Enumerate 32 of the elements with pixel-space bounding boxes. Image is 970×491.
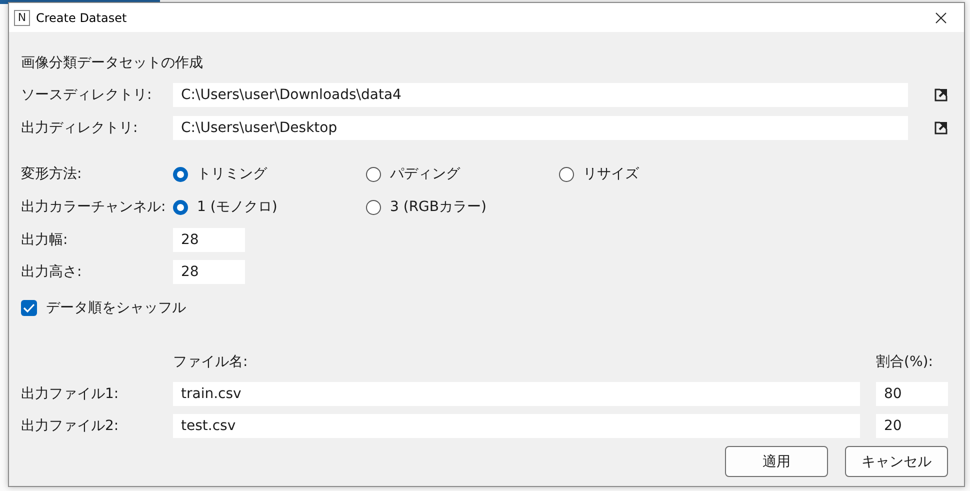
number-field[interactable]: 28 — [173, 228, 245, 252]
radio-option[interactable]: 3 (RGBカラー) — [366, 198, 559, 216]
window-title: Create Dataset — [36, 10, 128, 24]
shuffle-checkbox[interactable]: データ順をシャッフル — [21, 296, 948, 320]
radio-option[interactable]: トリミング — [173, 165, 366, 183]
ratio-field[interactable]: 20 — [876, 414, 948, 438]
column-header: 割合(%): — [876, 353, 934, 371]
field-label: 出力ファイル1: — [21, 385, 120, 403]
directory-field[interactable]: C:\Users\user\Desktop — [173, 116, 908, 140]
field-label: 出力幅: — [21, 231, 69, 249]
file-name-field[interactable]: train.csv — [173, 382, 860, 406]
file-name-field[interactable]: test.csv — [173, 414, 860, 438]
radio-option[interactable]: パディング — [366, 165, 559, 183]
directory-field[interactable]: C:\Users\user\Downloads\data4 — [173, 83, 908, 107]
external-link-icon — [934, 121, 948, 135]
field-label: 出力ディレクトリ: — [21, 119, 139, 137]
ratio-field[interactable]: 80 — [876, 382, 948, 406]
number-field[interactable]: 28 — [173, 260, 245, 284]
dialog-button[interactable]: 適用 — [725, 446, 828, 477]
dialog-button[interactable]: キャンセル — [845, 446, 948, 477]
dialog-heading: 画像分類データセットの作成 — [21, 54, 204, 72]
radio-option[interactable]: 1 (モノクロ) — [173, 198, 366, 216]
field-label: 出力ファイル2: — [21, 417, 120, 435]
app-icon: N — [14, 10, 30, 26]
field-label: 変形方法: — [21, 165, 83, 183]
external-link-icon — [934, 88, 948, 102]
column-header: ファイル名: — [173, 353, 248, 371]
radio-option[interactable]: リサイズ — [559, 165, 752, 183]
field-label: ソースディレクトリ: — [21, 86, 153, 104]
close-icon — [935, 12, 947, 24]
field-label: 出力カラーチャンネル: — [21, 198, 167, 216]
field-label: 出力高さ: — [21, 263, 83, 281]
